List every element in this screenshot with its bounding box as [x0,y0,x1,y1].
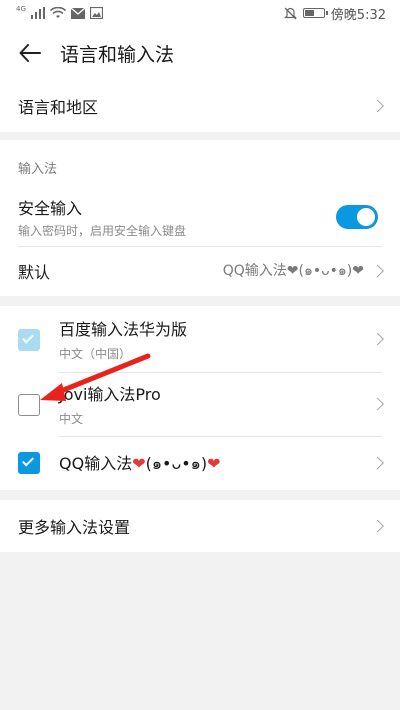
language-region-card: 语言和地区 [0,80,400,132]
keyboard-name: Jovi输入法Pro [59,385,161,404]
heart-icon: ❤ [132,453,146,473]
status-time: 傍晚5:32 [330,7,386,23]
keyboard-item-qq[interactable]: QQ输入法❤(๑•ᴗ•๑)❤ [0,436,400,490]
keyboard-checkbox-baidu[interactable] [18,329,40,351]
keyboards-card: 百度输入法华为版 中文（中国） Jovi输入法Pro 中文 QQ输入法❤(๑•ᴗ… [0,306,400,490]
signal-icon [30,7,45,19]
default-input-row[interactable]: 默认 QQ输入法❤(๑•ᴗ•๑)❤ [0,246,400,296]
language-region-row[interactable]: 语言和地区 [0,80,400,132]
keyboard-item-jovi[interactable]: Jovi输入法Pro 中文 [0,372,400,436]
default-value: QQ输入法❤(๑•ᴗ•๑)❤ [223,260,364,282]
page-title: 语言和输入法 [60,43,175,66]
input-method-card: 输入法 安全输入 输入密码时，启用安全输入键盘 默认 QQ输入法❤(๑•ᴗ•๑)… [0,140,400,296]
battery-icon [302,8,328,18]
status-right: 傍晚5:32 [283,4,386,23]
mail-icon [70,7,85,19]
chevron-right-icon [371,397,384,411]
back-button[interactable] [0,26,60,80]
secure-input-toggle[interactable] [336,205,378,229]
chevron-right-icon [371,99,384,113]
header: 语言和输入法 [0,26,400,80]
keyboard-item-baidu[interactable]: 百度输入法华为版 中文（中国） [0,306,400,372]
mute-icon [283,7,297,19]
secure-input-subtitle: 输入密码时，启用安全输入键盘 [18,224,187,238]
keyboard-language: 中文 [59,412,84,426]
image-icon [89,7,103,19]
keyboard-checkbox-qq[interactable] [18,452,40,474]
input-section-header: 输入法 [0,140,400,188]
chevron-right-icon [371,456,384,470]
default-label: 默认 [18,263,51,282]
status-bar: 4G 傍晚5:32 [0,0,400,26]
chevron-right-icon [371,519,384,533]
checkmark-icon [21,454,35,467]
screen: 4G 傍晚5:32 语言和输入法 语言和地区 输入法 安全输入 输入密码时，启用… [0,0,400,710]
more-settings-card: 更多输入法设置 [0,500,400,552]
keyboard-name: QQ输入法❤(๑•ᴗ•๑)❤ [59,450,220,477]
keyboard-name: 百度输入法华为版 [59,320,188,339]
status-left: 4G [16,5,103,19]
keyboard-name-prefix: QQ输入法 [59,453,133,473]
input-section-label: 输入法 [18,161,58,177]
default-value-text: QQ输入法❤(๑•ᴗ•๑)❤ [222,263,364,279]
back-arrow-icon [19,44,41,62]
keyboard-checkbox-jovi[interactable] [18,394,40,416]
secure-input-row[interactable]: 安全输入 输入密码时，启用安全输入键盘 [0,188,400,246]
language-region-label: 语言和地区 [18,98,99,117]
heart-icon: ❤ [207,453,221,473]
chevron-right-icon [371,332,384,346]
toggle-knob [357,208,375,226]
checkmark-icon [21,331,35,344]
more-settings-row[interactable]: 更多输入法设置 [0,500,400,552]
network-type: 4G [16,5,26,13]
keyboard-language: 中文（中国） [59,347,132,361]
keyboard-name-middle: (๑•ᴗ•๑) [145,453,208,473]
chevron-right-icon [371,264,384,278]
secure-input-title: 安全输入 [18,199,83,218]
more-settings-label: 更多输入法设置 [18,518,131,537]
wifi-icon [49,7,66,18]
